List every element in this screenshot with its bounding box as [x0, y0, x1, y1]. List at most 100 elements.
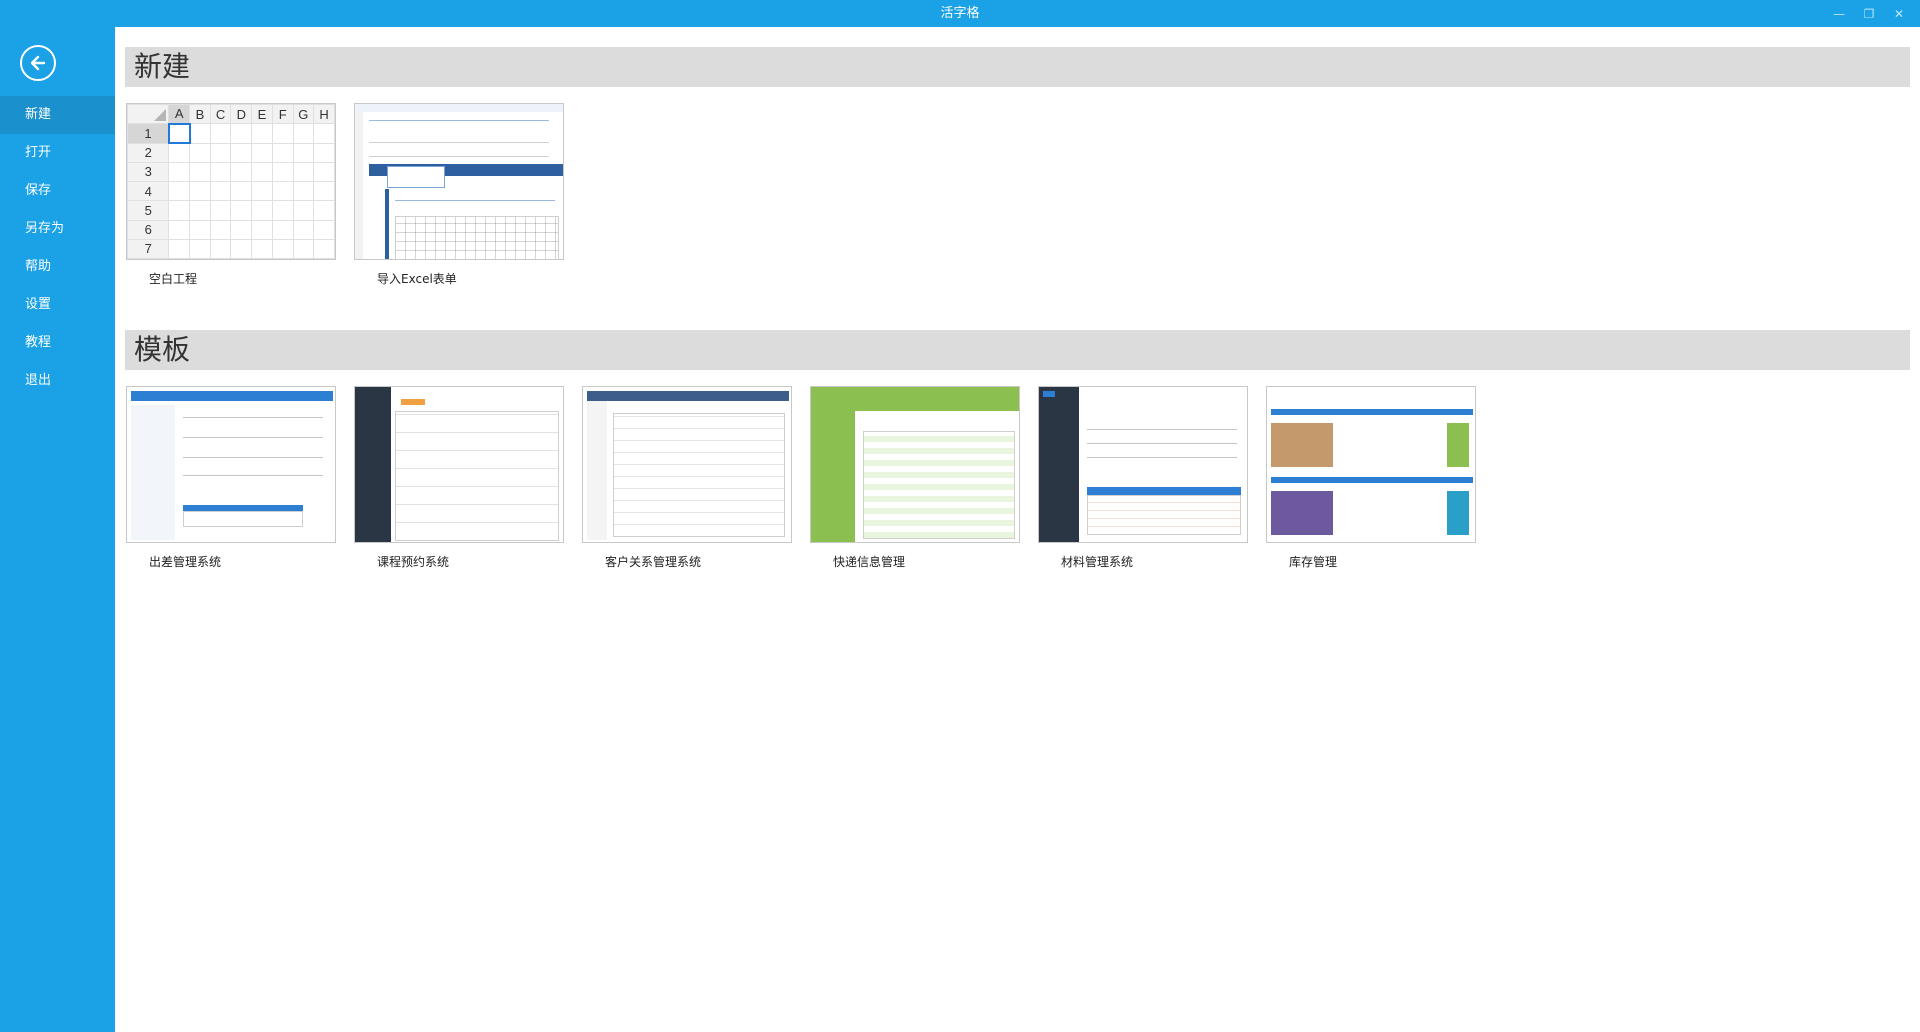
sidebar-item-settings[interactable]: 设置: [0, 286, 115, 324]
grid-column-header: C: [209, 104, 232, 125]
new-card-import-excel[interactable]: 导入Excel表单: [354, 103, 564, 286]
sidebar-item-tutorial[interactable]: 教程: [0, 324, 115, 362]
title-bar: 活字格 — ❐ ✕: [0, 0, 1920, 27]
back-button[interactable]: [20, 45, 56, 81]
import-excel-thumbnail: [354, 103, 564, 260]
grid-cell: [271, 161, 294, 183]
preview-line: [369, 156, 549, 157]
grid-cell: [292, 142, 315, 163]
grid-cell: [209, 123, 232, 144]
preview-logo: [1043, 391, 1055, 397]
minimize-icon[interactable]: —: [1824, 0, 1854, 27]
grid-cell: [230, 123, 253, 144]
preview-table-header: [1087, 487, 1241, 495]
grid-cell: [230, 200, 253, 221]
grid-cell: [251, 219, 273, 240]
grid-cell: [168, 200, 191, 221]
preview-form: [613, 413, 785, 537]
preview-header: [1271, 409, 1473, 415]
sidebar-item-save[interactable]: 保存: [0, 172, 115, 210]
grid-cell: [168, 219, 191, 240]
preview-line: [183, 457, 323, 458]
sidebar-item-new[interactable]: 新建: [0, 96, 115, 134]
grid-cell: [313, 219, 335, 240]
preview-line: [1087, 429, 1237, 430]
new-card-blank-project[interactable]: ABCDEFGH 1234567 空白工程: [126, 103, 336, 286]
grid-cell: [313, 142, 335, 163]
template-card-inventory[interactable]: 库存管理: [1266, 386, 1476, 569]
preview-header: [1271, 477, 1473, 483]
grid-cell: [292, 238, 315, 259]
grid-row-header: 7: [127, 238, 170, 259]
window-controls: — ❐ ✕: [1824, 0, 1914, 27]
grid-cell: [271, 238, 294, 259]
template-card-course[interactable]: 课程预约系统: [354, 386, 564, 569]
grid-cell: [292, 200, 315, 221]
grid-cell: [251, 123, 273, 144]
preview-table: [863, 431, 1015, 539]
grid-corner: [127, 104, 170, 125]
grid-cell: [251, 200, 273, 221]
main-content: 新建 ABCDEFGH1234567 空白工程 导入Excel表单 模板 出差管…: [115, 27, 1920, 1032]
grid-cell: [251, 180, 273, 202]
grid-cell: [292, 180, 315, 202]
grid-row-header: 4: [127, 180, 170, 202]
grid-column-header: A: [168, 104, 191, 125]
template-card-express[interactable]: 快递信息管理: [810, 386, 1020, 569]
grid-cell: [313, 123, 335, 144]
preview-line: [369, 120, 549, 121]
preview-table: [183, 511, 303, 527]
card-label: 导入Excel表单: [377, 272, 457, 286]
sidebar-item-exit[interactable]: 退出: [0, 362, 115, 400]
preview-line: [183, 437, 323, 438]
preview-product-image: [1271, 491, 1333, 535]
grid-cell: [292, 161, 315, 183]
template-card-crm[interactable]: 客户关系管理系统: [582, 386, 792, 569]
grid-cell: [230, 180, 253, 202]
grid-cell: [230, 219, 253, 240]
grid-cell: [292, 219, 315, 240]
template-thumbnail: [1038, 386, 1248, 543]
card-label: 课程预约系统: [377, 555, 450, 569]
grid-cell: [271, 219, 294, 240]
preview-table: [1087, 495, 1241, 535]
grid-column-header: D: [230, 104, 253, 125]
preview-sidebar: [1039, 387, 1079, 542]
grid-cell: [251, 238, 273, 259]
template-thumbnail: [582, 386, 792, 543]
new-section-title: 新建: [134, 50, 191, 83]
grid-column-header: B: [189, 104, 211, 125]
sidebar-item-open[interactable]: 打开: [0, 134, 115, 172]
preview-sidebar: [811, 411, 855, 542]
blank-grid-preview: ABCDEFGH 1234567: [127, 104, 335, 259]
card-label: 空白工程: [149, 272, 198, 286]
card-label: 快递信息管理: [833, 555, 906, 569]
grid-cell: [271, 123, 294, 144]
grid-cell: [189, 180, 211, 202]
grid-cell: [271, 200, 294, 221]
preview-side-bar: [385, 189, 389, 259]
grid-cell: [313, 238, 335, 259]
grid-row-header: 3: [127, 161, 170, 183]
preview-side-block: [1447, 423, 1469, 467]
grid-cell: [209, 200, 232, 221]
grid-cell: [168, 180, 191, 202]
grid-cell: [209, 142, 232, 163]
grid-cell: [168, 161, 191, 183]
template-card-material[interactable]: 材料管理系统: [1038, 386, 1248, 569]
grid-cell: [189, 142, 211, 163]
close-icon[interactable]: ✕: [1884, 0, 1914, 27]
preview-header: [587, 391, 789, 401]
sidebar-item-help[interactable]: 帮助: [0, 248, 115, 286]
grid-cell: [189, 161, 211, 183]
preview-header: [355, 104, 563, 112]
grid-cell: [230, 238, 253, 259]
sidebar-item-save-as[interactable]: 另存为: [0, 210, 115, 248]
grid-cell: [251, 142, 273, 163]
grid-row-header: 2: [127, 142, 170, 163]
restore-icon[interactable]: ❐: [1854, 0, 1884, 27]
preview-sidebar: [355, 387, 391, 542]
grid-cell: [251, 161, 273, 183]
grid-row-header: 1: [127, 123, 170, 144]
template-card-travel[interactable]: 出差管理系统: [126, 386, 336, 569]
